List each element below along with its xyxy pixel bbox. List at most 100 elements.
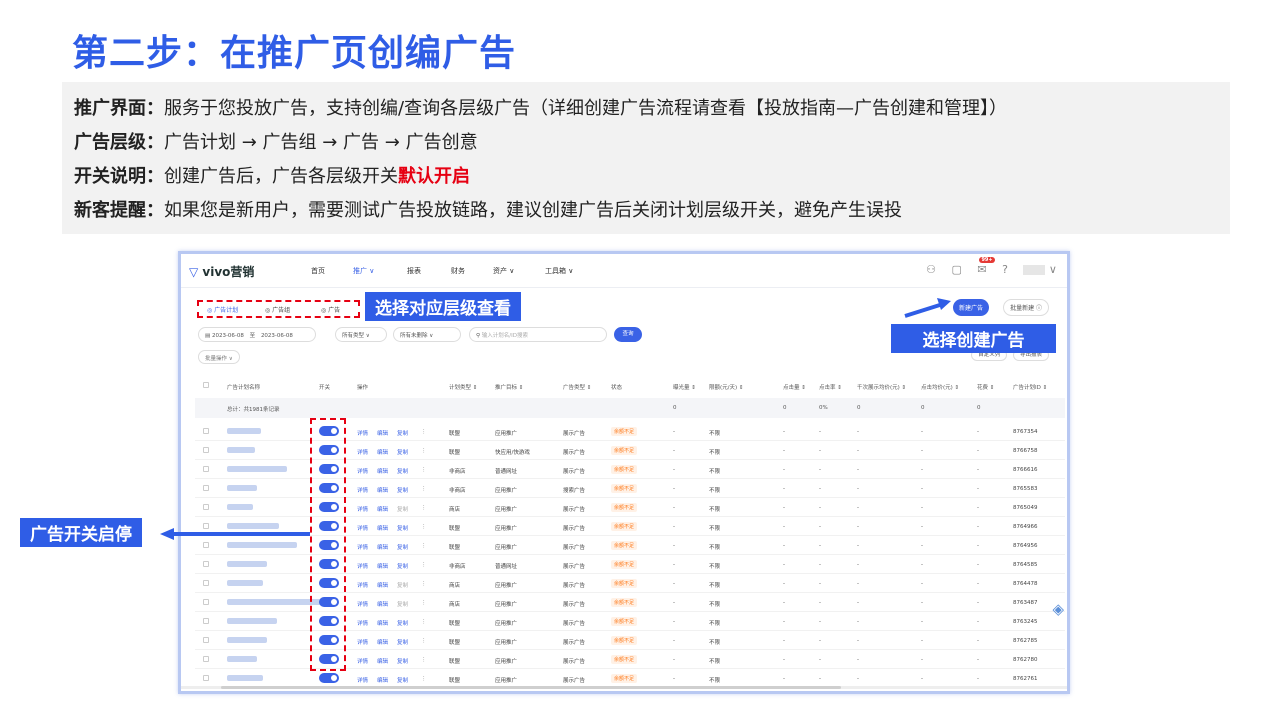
copy-link[interactable]: 复制 [397, 543, 408, 551]
nav-assets[interactable]: 资产 ∨ [493, 266, 514, 276]
nav-home[interactable]: 首页 [311, 266, 325, 276]
edit-link[interactable]: 编辑 [377, 562, 388, 570]
detail-link[interactable]: 详情 [357, 657, 368, 665]
plan-name-redacted[interactable] [227, 428, 261, 434]
search-input[interactable]: ⚲ 输入计划名/ID搜索 [469, 327, 607, 342]
row-checkbox[interactable] [203, 580, 209, 586]
cell-limit[interactable]: 不限 [709, 524, 720, 532]
copy-link[interactable]: 复制 [397, 524, 408, 532]
scrollbar-thumb[interactable] [221, 686, 841, 689]
cell-limit[interactable]: 不限 [709, 505, 720, 513]
detail-link[interactable]: 详情 [357, 429, 368, 437]
edit-link[interactable]: 编辑 [377, 581, 388, 589]
type-select[interactable]: 所有类型 ∨ [335, 327, 387, 342]
copy-link[interactable]: 复制 [397, 619, 408, 627]
col-ctr[interactable]: 点击率 ⇕ [819, 383, 842, 391]
row-checkbox[interactable] [203, 485, 209, 491]
copy-link[interactable]: 复制 [397, 657, 408, 665]
plan-name-redacted[interactable] [227, 561, 267, 567]
help-icon[interactable]: ? [1002, 263, 1008, 276]
cell-limit[interactable]: 不限 [709, 467, 720, 475]
more-icon[interactable]: ⋮ [421, 524, 427, 530]
nav-report[interactable]: 报表 [407, 266, 421, 276]
plan-name-redacted[interactable] [227, 675, 263, 681]
col-clicks[interactable]: 点击量 ⇕ [783, 383, 806, 391]
detail-link[interactable]: 详情 [357, 676, 368, 684]
col-name[interactable]: 广告计划名称 [227, 383, 260, 391]
copy-link[interactable]: 复制 [397, 448, 408, 456]
tab-ad[interactable]: ◎ 广告 [321, 305, 340, 314]
new-ad-button[interactable]: 新建广告 [952, 299, 989, 316]
copy-link[interactable]: 复制 [397, 638, 408, 646]
edit-link[interactable]: 编辑 [377, 600, 388, 608]
col-cost[interactable]: 花费 ⇕ [977, 383, 994, 391]
edit-link[interactable]: 编辑 [377, 429, 388, 437]
edit-link[interactable]: 编辑 [377, 467, 388, 475]
detail-link[interactable]: 详情 [357, 543, 368, 551]
edit-link[interactable]: 编辑 [377, 676, 388, 684]
tab-group[interactable]: ◎ 广告组 [265, 305, 290, 314]
col-limit[interactable]: 限额(元/天) ⇕ [709, 383, 744, 391]
plan-name-redacted[interactable] [227, 580, 263, 586]
detail-link[interactable]: 详情 [357, 581, 368, 589]
plan-name-redacted[interactable] [227, 637, 267, 643]
row-checkbox[interactable] [203, 618, 209, 624]
nav-finance[interactable]: 财务 [451, 266, 465, 276]
more-icon[interactable]: ⋮ [421, 600, 427, 606]
more-icon[interactable]: ⋮ [421, 562, 427, 568]
detail-link[interactable]: 详情 [357, 562, 368, 570]
row-checkbox[interactable] [203, 599, 209, 605]
detail-link[interactable]: 详情 [357, 600, 368, 608]
more-icon[interactable]: ⋮ [421, 619, 427, 625]
cell-limit[interactable]: 不限 [709, 448, 720, 456]
doc-icon[interactable]: ▢ [951, 263, 961, 276]
plan-name-redacted[interactable] [227, 656, 257, 662]
cell-limit[interactable]: 不限 [709, 619, 720, 627]
select-all-checkbox[interactable] [203, 382, 209, 388]
col-plan-type[interactable]: 计划类型 ⇕ [449, 383, 477, 391]
copy-link[interactable]: 复制 [397, 467, 408, 475]
col-cpc[interactable]: 点击均价(元) ⇕ [921, 383, 959, 391]
cell-limit[interactable]: 不限 [709, 543, 720, 551]
batch-new-button[interactable]: 批量新建 ⓘ [1003, 299, 1049, 316]
feedback-icon[interactable]: ◈ [1052, 600, 1064, 618]
cell-limit[interactable]: 不限 [709, 429, 720, 437]
col-cpm[interactable]: 千次展示均价(元) ⇕ [857, 383, 906, 391]
date-range-picker[interactable]: ▤ 2023-06-08 至 2023-06-08 [198, 327, 316, 342]
tab-plan[interactable]: ◎ 广告计划 [207, 305, 238, 314]
more-icon[interactable]: ⋮ [421, 448, 427, 454]
edit-link[interactable]: 编辑 [377, 448, 388, 456]
col-goal[interactable]: 推广目标 ⇕ [495, 383, 523, 391]
cell-limit[interactable]: 不限 [709, 486, 720, 494]
more-icon[interactable]: ⋮ [421, 543, 427, 549]
edit-link[interactable]: 编辑 [377, 543, 388, 551]
copy-link[interactable]: 复制 [397, 676, 408, 684]
row-checkbox[interactable] [203, 428, 209, 434]
cell-limit[interactable]: 不限 [709, 600, 720, 608]
cell-limit[interactable]: 不限 [709, 638, 720, 646]
row-checkbox[interactable] [203, 504, 209, 510]
edit-link[interactable]: 编辑 [377, 638, 388, 646]
query-button[interactable]: 查询 [614, 327, 642, 342]
row-checkbox[interactable] [203, 542, 209, 548]
people-icon[interactable]: ⚇ [926, 263, 936, 276]
detail-link[interactable]: 详情 [357, 448, 368, 456]
switch-toggle[interactable] [319, 673, 339, 683]
plan-name-redacted[interactable] [227, 542, 297, 548]
avatar[interactable]: ∨ [1023, 263, 1057, 276]
copy-link[interactable]: 复制 [397, 429, 408, 437]
row-checkbox[interactable] [203, 637, 209, 643]
detail-link[interactable]: 详情 [357, 505, 368, 513]
more-icon[interactable]: ⋮ [421, 505, 427, 511]
edit-link[interactable]: 编辑 [377, 657, 388, 665]
plan-name-redacted[interactable] [227, 504, 253, 510]
more-icon[interactable]: ⋮ [421, 429, 427, 435]
plan-name-redacted[interactable] [227, 485, 257, 491]
cell-limit[interactable]: 不限 [709, 657, 720, 665]
detail-link[interactable]: 详情 [357, 619, 368, 627]
row-checkbox[interactable] [203, 447, 209, 453]
more-icon[interactable]: ⋮ [421, 676, 427, 682]
copy-link[interactable]: 复制 [397, 486, 408, 494]
col-id[interactable]: 广告计划ID ⇕ [1013, 383, 1047, 391]
copy-link[interactable]: 复制 [397, 562, 408, 570]
